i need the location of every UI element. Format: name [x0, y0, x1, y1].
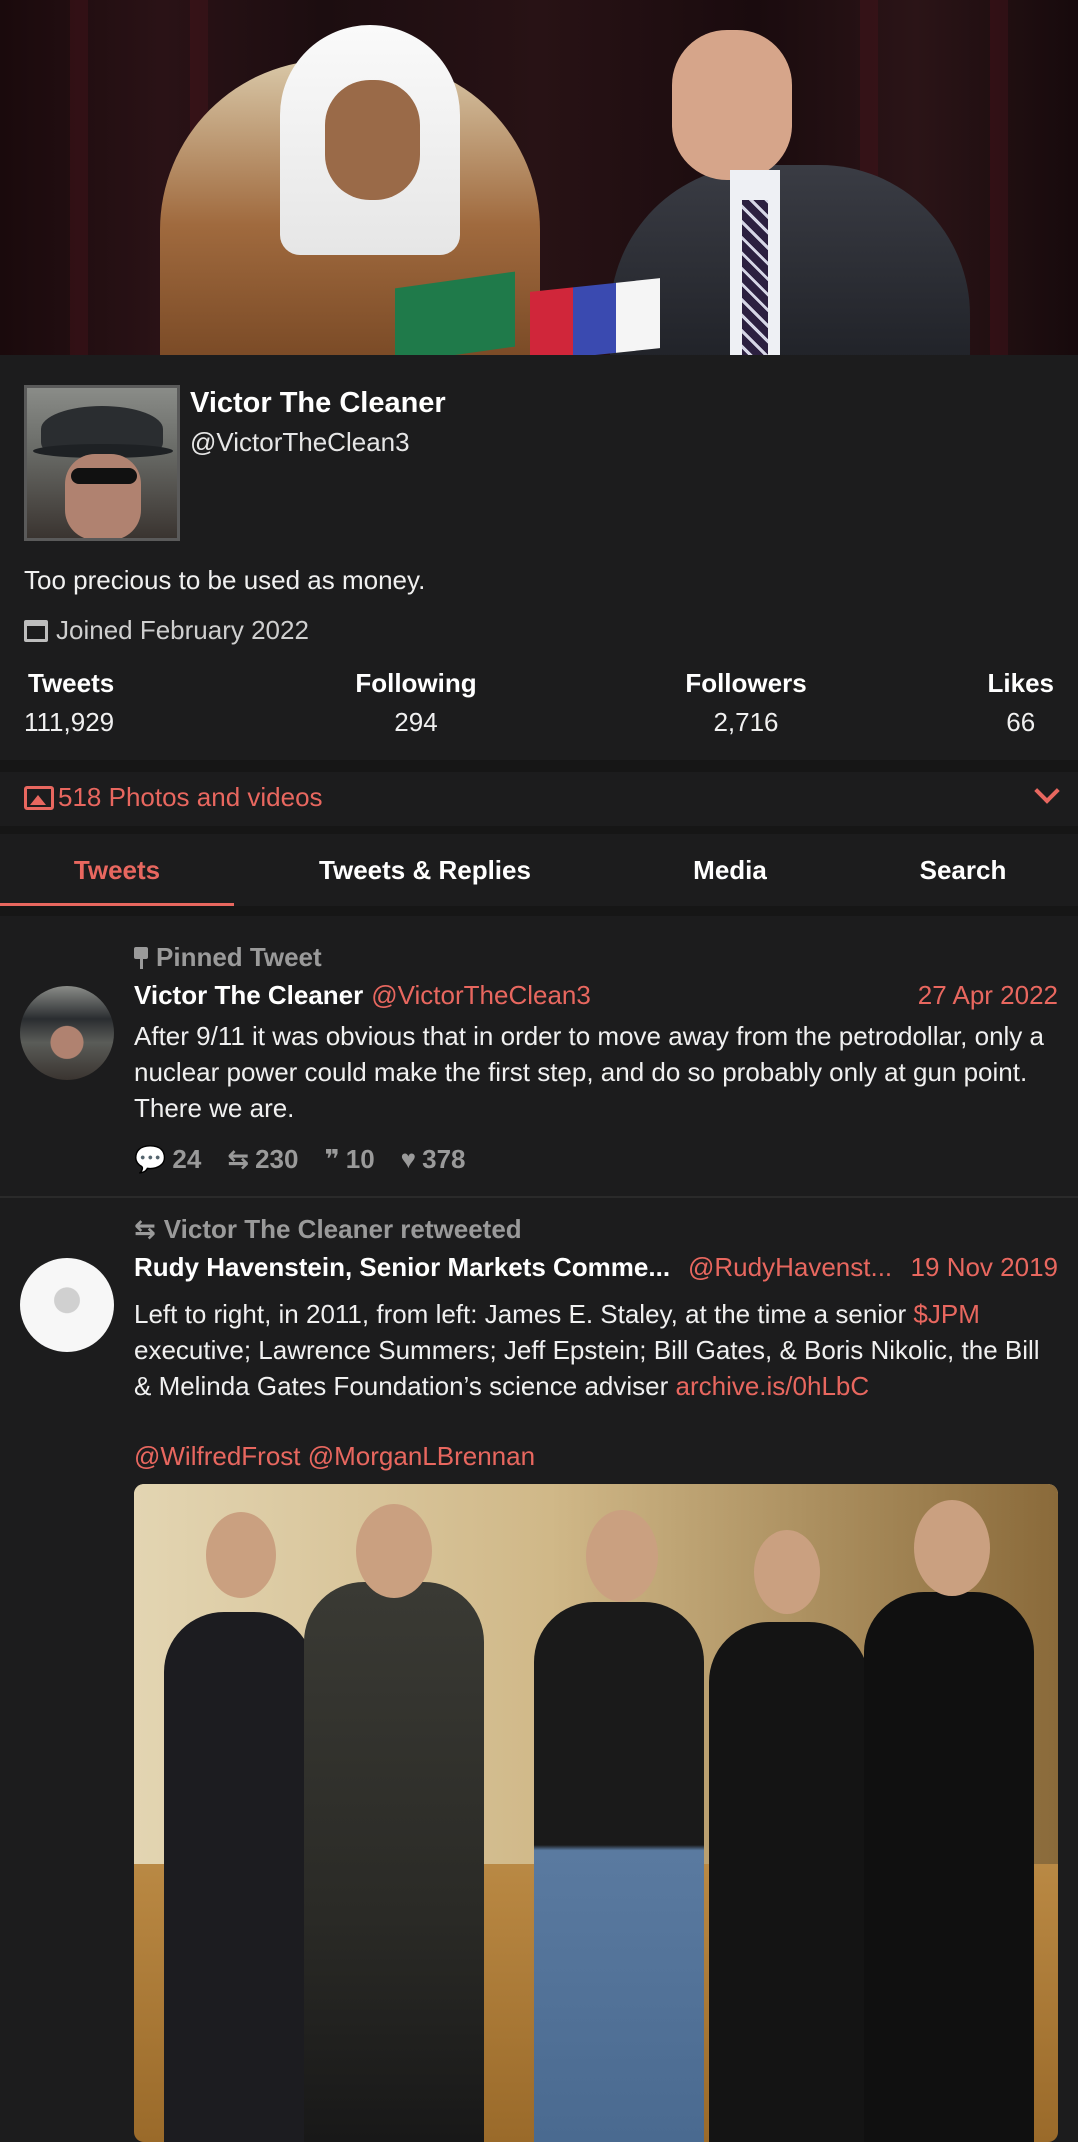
media-person — [709, 1622, 869, 2142]
banner-face-left — [325, 80, 420, 200]
heart-icon: ♥ — [400, 1144, 417, 1174]
media-person-head — [914, 1500, 990, 1596]
media-person-head — [206, 1512, 276, 1598]
banner-curtain — [990, 0, 1008, 355]
retweet-icon: ⇆ — [134, 1214, 156, 1244]
tweet-actions: 💬 24 ⇆ 230 ❞ 10 ♥ 378 — [134, 1144, 466, 1175]
pin-icon — [134, 946, 148, 969]
profile-joined: Joined February 2022 — [24, 615, 309, 646]
profile-handle: @VictorTheClean3 — [190, 427, 410, 457]
tweet-date[interactable]: 27 Apr 2022 — [918, 980, 1058, 1011]
tweet-date[interactable]: 19 Nov 2019 — [911, 1252, 1058, 1283]
avatar-face — [65, 454, 141, 538]
stat-value: 111,929 — [24, 707, 115, 737]
tweet-author[interactable]: Rudy Havenstein, Senior Markets Comme... — [134, 1252, 678, 1283]
author-handle[interactable]: @VictorTheClean3 — [371, 980, 591, 1010]
author-name: Victor The Cleaner — [134, 980, 364, 1010]
stat-following[interactable]: Following 294 — [330, 668, 502, 738]
tweet-context: ⇆ Victor The Cleaner retweeted — [134, 1214, 522, 1245]
tab-label: Tweets — [73, 855, 161, 885]
tweet-text-part: Left to right, in 2011, from left: James… — [134, 1299, 914, 1329]
stat-likes[interactable]: Likes 66 — [988, 668, 1055, 738]
tab-underline — [0, 903, 234, 906]
tab-tweets-replies[interactable]: Tweets & Replies — [270, 834, 580, 906]
stat-label: Following — [355, 668, 477, 698]
stat-tweets[interactable]: Tweets 111,929 — [24, 668, 114, 738]
tweet-avatar[interactable] — [20, 986, 114, 1080]
context-label: Victor The Cleaner retweeted — [163, 1214, 522, 1244]
media-person — [304, 1582, 484, 2142]
tab-tweets[interactable]: Tweets — [0, 834, 234, 906]
joined-label: Joined February 2022 — [56, 615, 309, 645]
tab-search[interactable]: Search — [880, 834, 1046, 906]
like-count: 378 — [422, 1144, 466, 1174]
tweet-text: Left to right, in 2011, from left: James… — [134, 1296, 1054, 1404]
banner-tie — [742, 200, 768, 355]
profile-tabs: Tweets Tweets & Replies Media Search — [0, 834, 1078, 906]
tweet-text: After 9/11 it was obvious that in order … — [134, 1021, 1044, 1123]
quote-icon: ❞ — [324, 1144, 340, 1174]
retweet-icon: ⇆ — [227, 1144, 250, 1174]
tweet-author[interactable]: Victor The Cleaner @VictorTheClean3 — [134, 980, 591, 1011]
profile-bio: Too precious to be used as money. — [24, 565, 426, 595]
tab-label: Tweets & Replies — [319, 855, 531, 885]
reply-button[interactable]: 💬 24 — [134, 1144, 201, 1175]
media-person — [534, 1602, 704, 2142]
media-person-head — [586, 1510, 658, 1602]
tab-label: Media — [693, 855, 767, 885]
chevron-down-icon[interactable] — [1034, 778, 1060, 804]
banner-person-right — [610, 165, 970, 355]
banner-flag-russia — [530, 278, 660, 355]
context-label: Pinned Tweet — [156, 942, 322, 972]
cashtag-link[interactable]: $JPM — [913, 1299, 979, 1329]
tweet-text-part: executive; Lawrence Summers; Jeff Epstei… — [134, 1335, 1040, 1401]
stat-value: 66 — [1006, 707, 1036, 737]
retweet-count: 230 — [255, 1144, 299, 1174]
tweet-mentions: @WilfredFrost @MorganLBrennan — [134, 1438, 1054, 1474]
comment-icon: 💬 — [134, 1144, 167, 1174]
stat-value: 2,716 — [713, 707, 779, 737]
profile-name: Victor The Cleaner — [190, 387, 446, 419]
tab-media[interactable]: Media — [650, 834, 810, 906]
media-person — [864, 1592, 1034, 2142]
profile-banner[interactable] — [0, 0, 1078, 355]
stat-label: Tweets — [28, 668, 115, 698]
mention-link[interactable]: @MorganLBrennan — [308, 1441, 535, 1471]
author-handle[interactable]: @RudyHavenst... — [688, 1252, 892, 1283]
stat-value: 294 — [394, 707, 438, 737]
mention-link[interactable]: @WilfredFrost — [134, 1441, 301, 1471]
tweet-pinned[interactable]: Pinned Tweet Victor The Cleaner @VictorTh… — [0, 916, 1078, 1196]
photos-and-videos-bar[interactable]: 518 Photos and videos — [0, 772, 1078, 826]
reply-count: 24 — [172, 1144, 202, 1174]
media-person — [164, 1612, 314, 2142]
retweet-button[interactable]: ⇆ 230 — [227, 1144, 298, 1175]
image-icon — [24, 786, 54, 810]
profile-card: Victor The Cleaner @VictorTheClean3 Too … — [0, 355, 1078, 760]
quote-button[interactable]: ❞ 10 — [324, 1144, 374, 1175]
banner-face-right — [672, 30, 792, 180]
tweet-avatar[interactable] — [20, 1258, 114, 1352]
profile-stats: Tweets 111,929 Following 294 Followers 2… — [24, 668, 1054, 738]
calendar-icon — [24, 619, 48, 642]
stat-followers[interactable]: Followers 2,716 — [652, 668, 840, 738]
like-button[interactable]: ♥ 378 — [401, 1144, 466, 1175]
tweet-context: Pinned Tweet — [134, 942, 322, 973]
photos-label: 518 Photos and videos — [58, 782, 323, 812]
stat-label: Likes — [987, 668, 1055, 698]
tab-label: Search — [919, 855, 1007, 885]
media-person-head — [754, 1530, 820, 1614]
stat-label: Followers — [685, 668, 807, 698]
author-name: Rudy Havenstein, Senior Markets Comme... — [134, 1252, 671, 1282]
avatar-glasses — [71, 468, 137, 484]
banner-curtain — [70, 0, 88, 355]
media-person-head — [356, 1504, 432, 1598]
profile-avatar[interactable] — [24, 385, 180, 541]
archive-link[interactable]: archive.is/0hLbC — [675, 1371, 869, 1401]
quote-count: 10 — [345, 1144, 375, 1174]
tweet-media-image[interactable] — [134, 1484, 1058, 2142]
